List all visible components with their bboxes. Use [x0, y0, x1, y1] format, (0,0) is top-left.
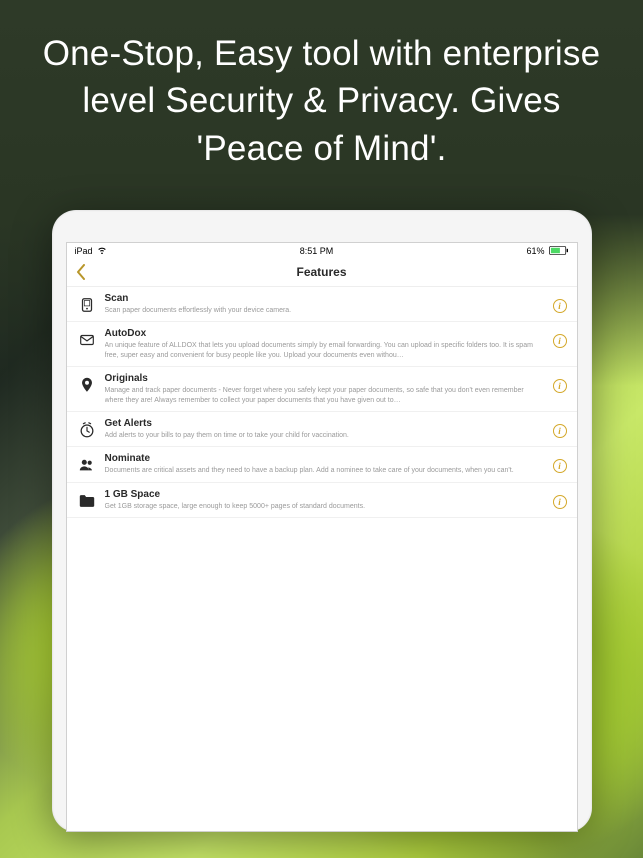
feature-desc: Manage and track paper documents - Never… [105, 386, 545, 405]
feature-space[interactable]: 1 GB Space Get 1GB storage space, large … [67, 483, 577, 518]
nav-title: Features [296, 265, 346, 279]
info-button[interactable]: i [553, 299, 567, 313]
feature-originals[interactable]: Originals Manage and track paper documen… [67, 367, 577, 412]
info-button[interactable]: i [553, 495, 567, 509]
info-button[interactable]: i [553, 334, 567, 348]
feature-alerts[interactable]: Get Alerts Add alerts to your bills to p… [67, 412, 577, 447]
location-icon [77, 375, 97, 395]
feature-desc: Documents are critical assets and they n… [105, 466, 545, 475]
info-button[interactable]: i [553, 424, 567, 438]
features-list[interactable]: Scan Scan paper documents effortlessly w… [67, 287, 577, 519]
wifi-icon [97, 246, 107, 256]
feature-desc: Scan paper documents effortlessly with y… [105, 306, 545, 315]
marketing-headline: One-Stop, Easy tool with enterprise leve… [0, 0, 643, 192]
feature-title: Scan [105, 293, 545, 304]
device-label: iPad [75, 246, 93, 256]
feature-title: AutoDox [105, 328, 545, 339]
back-button[interactable] [73, 262, 89, 282]
battery-percent: 61% [526, 246, 544, 256]
feature-title: 1 GB Space [105, 489, 545, 500]
feature-desc: Get 1GB storage space, large enough to k… [105, 502, 545, 511]
tablet-frame: iPad 8:51 PM 61% Features [52, 210, 592, 832]
feature-desc: An unique feature of ALLDOX that lets yo… [105, 341, 545, 360]
battery-icon [549, 246, 569, 257]
folder-icon [77, 491, 97, 511]
feature-autodox[interactable]: AutoDox An unique feature of ALLDOX that… [67, 322, 577, 367]
status-bar: iPad 8:51 PM 61% [67, 243, 577, 259]
clock-icon [77, 420, 97, 440]
feature-title: Originals [105, 373, 545, 384]
info-button[interactable]: i [553, 379, 567, 393]
feature-nominate[interactable]: Nominate Documents are critical assets a… [67, 447, 577, 482]
feature-desc: Add alerts to your bills to pay them on … [105, 431, 545, 440]
people-icon [77, 455, 97, 475]
status-time: 8:51 PM [300, 246, 334, 256]
info-button[interactable]: i [553, 459, 567, 473]
nav-bar: Features [67, 259, 577, 287]
feature-scan[interactable]: Scan Scan paper documents effortlessly w… [67, 287, 577, 322]
feature-title: Nominate [105, 453, 545, 464]
autodox-icon [77, 330, 97, 350]
scan-icon [77, 295, 97, 315]
tablet-screen: iPad 8:51 PM 61% Features [66, 242, 578, 832]
feature-title: Get Alerts [105, 418, 545, 429]
